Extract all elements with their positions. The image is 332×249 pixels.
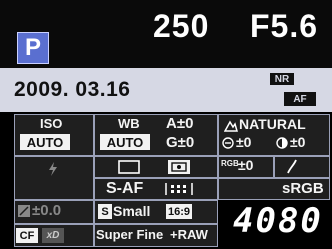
saturation-value: ±0 — [238, 157, 254, 173]
flash-comp-icon — [18, 205, 30, 217]
image-size-value: Small — [113, 203, 151, 219]
wb-amber-adjust: A±0 — [166, 115, 194, 132]
exposure-comp-value: ±0.0 — [32, 202, 62, 219]
noise-reduction-badge: NR — [270, 73, 294, 85]
saturation-icon: RGB — [221, 159, 239, 168]
metering-icon — [168, 160, 190, 174]
quality-value: Super Fine — [96, 227, 164, 242]
contrast-value: ±0 — [290, 134, 306, 150]
aspect-ratio-badge: 16:9 — [166, 204, 192, 219]
card-cf-badge: CF — [16, 228, 38, 243]
picture-mode-icon — [224, 120, 238, 132]
gradation-cell[interactable] — [274, 156, 330, 178]
shutter-speed-value[interactable]: 250 — [153, 8, 209, 45]
picture-mode-value: NATURAL — [239, 116, 306, 132]
drive-metering-cell[interactable] — [94, 156, 218, 178]
iso-label: ISO — [40, 116, 63, 131]
shooting-mode-badge[interactable]: P — [17, 32, 49, 64]
af-indicator-badge: AF — [284, 92, 316, 106]
af-area-icon — [165, 183, 193, 195]
drive-single-icon — [118, 160, 140, 174]
contrast-icon — [276, 137, 288, 149]
image-size-icon: S — [98, 204, 112, 219]
flash-icon — [49, 162, 57, 176]
af-mode-value: S-AF — [106, 180, 144, 197]
shots-remaining-counter: 4080 — [233, 201, 323, 241]
wb-label: WB — [118, 116, 140, 131]
iso-value: AUTO — [20, 134, 70, 150]
wb-value: AUTO — [100, 134, 150, 150]
sharpness-icon — [222, 137, 234, 149]
color-space-value: sRGB — [282, 180, 324, 197]
card-xd-badge: xD — [42, 228, 64, 243]
sharpness-value: ±0 — [236, 134, 252, 150]
gradation-icon — [287, 159, 297, 174]
wb-green-adjust: G±0 — [166, 134, 195, 151]
camera-super-control-panel: P 250 F5.6 2009. 03.16 NR AF ISO AUTO WB… — [0, 0, 332, 249]
date-display: 2009. 03.16 — [14, 78, 131, 101]
raw-label: +RAW — [170, 227, 208, 242]
aperture-value[interactable]: F5.6 — [250, 8, 318, 45]
